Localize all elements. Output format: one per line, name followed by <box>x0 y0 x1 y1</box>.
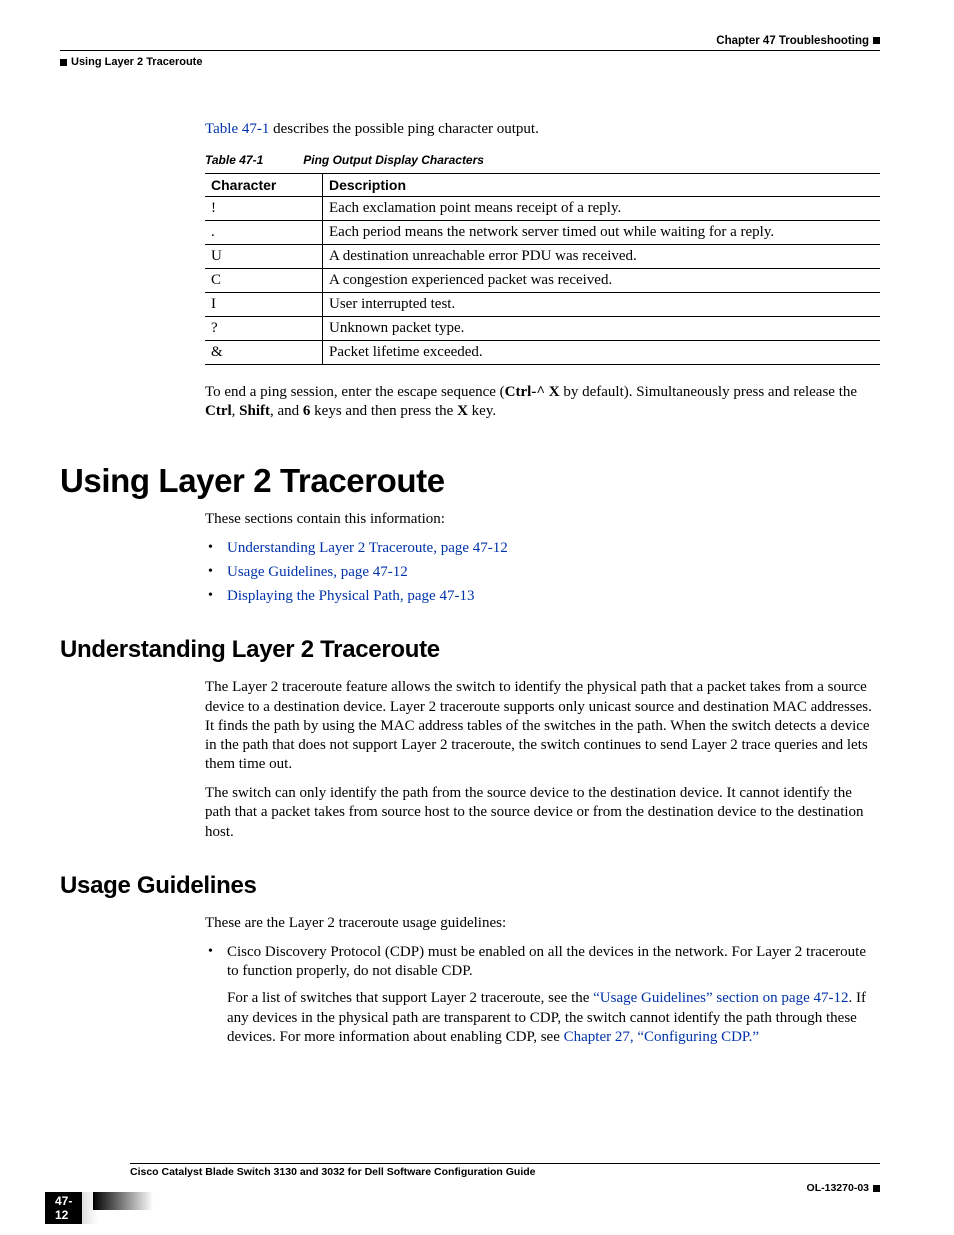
h2-usage-guidelines: Usage Guidelines <box>60 872 880 900</box>
table-caption-num: Table 47-1 <box>205 153 263 167</box>
list-item: Usage Guidelines, page 47-12 <box>205 563 880 582</box>
cell-char: ? <box>205 317 323 341</box>
link-displaying[interactable]: Displaying the Physical Path, page 47-13 <box>227 588 474 604</box>
cell-desc: A congestion experienced packet was rece… <box>323 269 881 293</box>
header-section: Using Layer 2 Traceroute <box>71 56 202 68</box>
key-shift: Shift <box>239 403 270 419</box>
cell-desc: User interrupted test. <box>323 293 881 317</box>
cell-char: ! <box>205 197 323 221</box>
table-header-character: Character <box>205 174 323 197</box>
key-ctrlx: Ctrl-^ X <box>505 384 560 400</box>
table-header-description: Description <box>323 174 881 197</box>
cell-desc: Packet lifetime exceeded. <box>323 341 881 365</box>
list-item: Cisco Discovery Protocol (CDP) must be e… <box>205 943 880 1047</box>
usage-bullet-1: Cisco Discovery Protocol (CDP) must be e… <box>227 944 866 979</box>
key-ctrl: Ctrl <box>205 403 232 419</box>
page-number-badge: 47-12 <box>45 1192 82 1224</box>
usage-intro: These are the Layer 2 traceroute usage g… <box>205 914 880 933</box>
key-x: X <box>457 403 468 419</box>
ping-output-table: Character Description !Each exclamation … <box>205 173 880 365</box>
table-caption-title: Ping Output Display Characters <box>303 153 484 167</box>
t: key. <box>468 403 496 419</box>
table-row: !Each exclamation point means receipt of… <box>205 197 880 221</box>
footer-doc-title: Cisco Catalyst Blade Switch 3130 and 303… <box>130 1166 880 1178</box>
t: To end a ping session, enter the escape … <box>205 384 505 400</box>
page-content: Table 47-1 describes the possible ping c… <box>60 120 880 1052</box>
understanding-p2: The switch can only identify the path fr… <box>205 784 880 842</box>
intro-text: describes the possible ping character ou… <box>269 121 539 137</box>
link-chapter-27[interactable]: Chapter 27, “Configuring CDP.” <box>564 1029 759 1045</box>
usage-list: Cisco Discovery Protocol (CDP) must be e… <box>205 943 880 1047</box>
section-links-list: Understanding Layer 2 Traceroute, page 4… <box>205 539 880 607</box>
usage-sub-paragraph: For a list of switches that support Laye… <box>227 989 880 1047</box>
cell-desc: Each exclamation point means receipt of … <box>323 197 881 221</box>
cell-char: I <box>205 293 323 317</box>
table-row: IUser interrupted test. <box>205 293 880 317</box>
cell-desc: A destination unreachable error PDU was … <box>323 245 881 269</box>
footer-doc-id: OL-13270-03 <box>807 1182 869 1194</box>
t: For a list of switches that support Laye… <box>227 990 593 1006</box>
intro-paragraph: Table 47-1 describes the possible ping c… <box>205 120 880 139</box>
understanding-p1: The Layer 2 traceroute feature allows th… <box>205 678 880 774</box>
page-header: Chapter 47 Troubleshooting Using Layer 2… <box>60 35 880 68</box>
h2-understanding: Understanding Layer 2 Traceroute <box>60 636 880 664</box>
cell-desc: Each period means the network server tim… <box>323 221 881 245</box>
link-understanding[interactable]: Understanding Layer 2 Traceroute, page 4… <box>227 540 508 556</box>
page-footer: Cisco Catalyst Blade Switch 3130 and 303… <box>45 1156 880 1201</box>
header-end-mark <box>873 37 880 44</box>
table-row: ?Unknown packet type. <box>205 317 880 341</box>
cell-char: . <box>205 221 323 245</box>
table-row: &Packet lifetime exceeded. <box>205 341 880 365</box>
intro-table-ref[interactable]: Table 47-1 <box>205 121 269 137</box>
header-chapter: Chapter 47 Troubleshooting <box>716 35 869 47</box>
table-row: .Each period means the network server ti… <box>205 221 880 245</box>
t: keys and then press the <box>310 403 457 419</box>
table-row: CA congestion experienced packet was rec… <box>205 269 880 293</box>
end-ping-paragraph: To end a ping session, enter the escape … <box>205 383 880 421</box>
cell-char: C <box>205 269 323 293</box>
table-row: UA destination unreachable error PDU was… <box>205 245 880 269</box>
header-rule <box>60 50 880 51</box>
header-start-mark <box>60 59 67 66</box>
link-usage-guidelines-ref[interactable]: “Usage Guidelines” section on page 47-12 <box>593 990 848 1006</box>
footer-rule <box>130 1163 880 1164</box>
h1-using-layer2-traceroute: Using Layer 2 Traceroute <box>60 462 880 500</box>
cell-char: U <box>205 245 323 269</box>
list-item: Understanding Layer 2 Traceroute, page 4… <box>205 539 880 558</box>
h1-intro: These sections contain this information: <box>205 510 880 529</box>
page-badge-fade <box>93 1192 153 1210</box>
t: , and <box>270 403 303 419</box>
cell-char: & <box>205 341 323 365</box>
list-item: Displaying the Physical Path, page 47-13 <box>205 587 880 606</box>
t: by default). Simultaneously press and re… <box>560 384 857 400</box>
table-header-row: Character Description <box>205 174 880 197</box>
link-usage[interactable]: Usage Guidelines, page 47-12 <box>227 564 408 580</box>
cell-desc: Unknown packet type. <box>323 317 881 341</box>
table-caption: Table 47-1 Ping Output Display Characters <box>205 153 880 167</box>
footer-end-mark <box>873 1185 880 1192</box>
